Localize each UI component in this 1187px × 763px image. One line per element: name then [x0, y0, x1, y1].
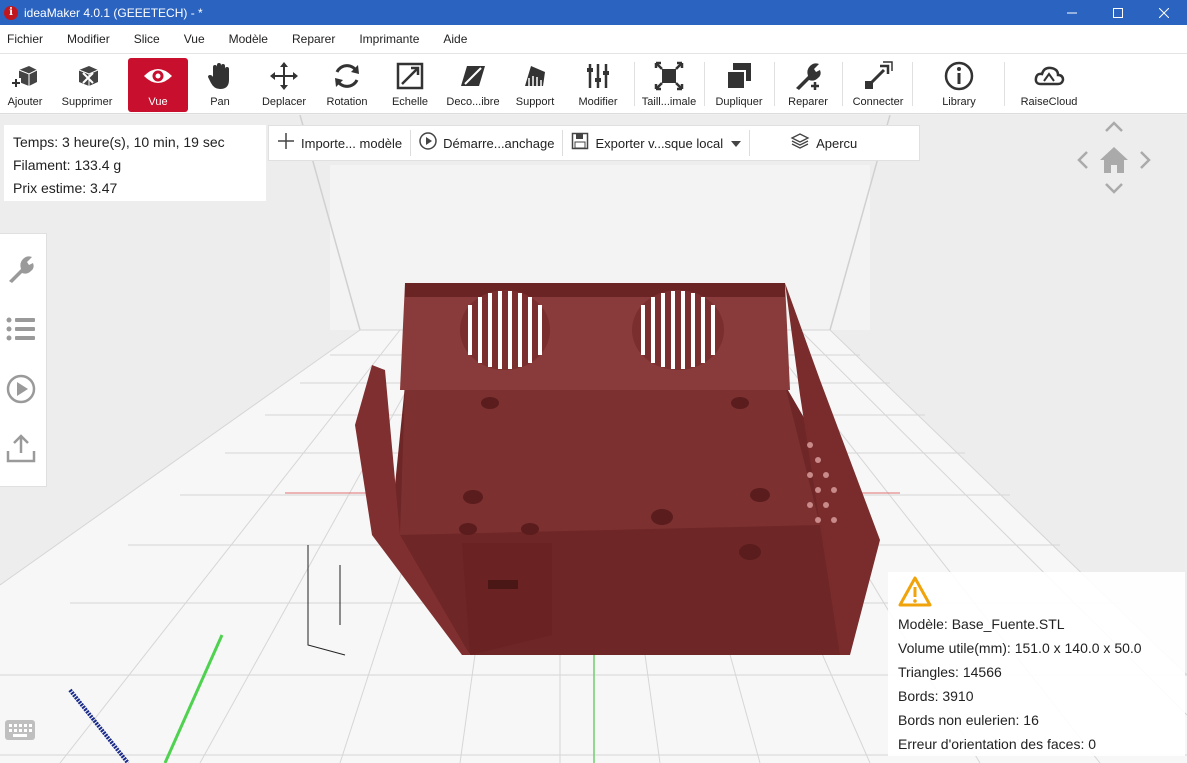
model-edges: Bords: 3910	[898, 688, 974, 704]
toolbar-divider	[842, 62, 843, 106]
delete-cube-icon	[78, 66, 99, 86]
play-button[interactable]	[4, 372, 38, 406]
import-model-button[interactable]: Importe... modèle	[269, 126, 410, 160]
chevron-down-icon[interactable]	[731, 136, 742, 151]
model-triangles: Triangles: 14566	[898, 664, 1002, 680]
nav-up-icon[interactable]	[1105, 121, 1123, 132]
layers-icon	[790, 132, 810, 154]
repair-button[interactable]: Reparer	[782, 58, 834, 112]
tools-button[interactable]	[4, 252, 38, 286]
menu-modifier[interactable]: Modifier	[60, 32, 117, 46]
duplicate-icon	[726, 63, 751, 90]
cut-button[interactable]: Deco...ibre	[444, 58, 502, 112]
export-local-button[interactable]: Exporter v...sque local	[563, 126, 749, 160]
estimated-price: Prix estime: 3.47	[13, 180, 118, 196]
sliders-icon	[587, 64, 609, 88]
maximize-window-icon	[1113, 7, 1123, 18]
toolbar-divider	[774, 62, 775, 106]
close-icon	[1159, 7, 1169, 18]
move-arrows-icon	[270, 62, 298, 90]
title-bar: i ideaMaker 4.0.1 (GEEETECH) - *	[0, 0, 1187, 25]
left-side-panel	[0, 233, 47, 487]
play-circle-icon	[419, 131, 437, 155]
info-icon	[944, 61, 974, 91]
menu-modele[interactable]: Modèle	[222, 32, 275, 46]
menu-fichier[interactable]: Fichier	[0, 32, 50, 46]
menu-aide[interactable]: Aide	[436, 32, 474, 46]
cut-icon	[461, 66, 485, 86]
model-name: Modèle: Base_Fuente.STL	[898, 616, 1065, 632]
hand-icon	[208, 63, 229, 89]
menu-slice[interactable]: Slice	[127, 32, 167, 46]
close-button[interactable]	[1141, 0, 1187, 25]
model-info-panel: Modèle: Base_Fuente.STL Volume utile(mm)…	[888, 572, 1185, 756]
warning-icon	[898, 576, 1175, 612]
menu-vue[interactable]: Vue	[177, 32, 212, 46]
menu-bar: Fichier Modifier Slice Vue Modèle Repare…	[0, 25, 1187, 54]
pan-button[interactable]: Pan	[200, 58, 240, 112]
list-icon	[6, 317, 35, 341]
modifier-button[interactable]: Modifier	[574, 58, 622, 112]
keyboard-icon[interactable]	[5, 720, 35, 740]
maximize-icon	[654, 61, 684, 91]
print-estimate-panel: Temps: 3 heure(s), 10 min, 19 sec Filame…	[4, 125, 266, 201]
move-button[interactable]: Deplacer	[257, 58, 311, 112]
toolbar-divider	[704, 62, 705, 106]
support-button[interactable]: Support	[512, 58, 558, 112]
scale-icon	[396, 62, 424, 90]
main-toolbar: Ajouter Supprimer Vue Pan Deplacer Rotat…	[0, 54, 1187, 114]
nav-down-icon[interactable]	[1105, 183, 1123, 194]
raisecloud-button[interactable]: RaiseCloud	[1018, 58, 1080, 112]
toolbar-divider	[634, 62, 635, 106]
add-cube-icon	[11, 66, 38, 88]
upload-button[interactable]	[4, 432, 38, 466]
plus-icon	[277, 132, 295, 155]
print-time: Temps: 3 heure(s), 10 min, 19 sec	[13, 134, 225, 150]
view-button[interactable]: Vue	[128, 58, 188, 112]
start-slicing-button[interactable]: Démarre...anchage	[411, 126, 562, 160]
rotate-button[interactable]: Rotation	[322, 58, 372, 112]
scale-button[interactable]: Echelle	[388, 58, 432, 112]
minimize-button[interactable]	[1049, 0, 1095, 25]
nav-right-icon[interactable]	[1140, 151, 1151, 169]
filament-weight: Filament: 133.4 g	[13, 157, 122, 173]
connect-button[interactable]: Connecter	[850, 58, 906, 112]
save-disk-icon	[571, 132, 589, 155]
preview-button[interactable]: Apercu	[750, 126, 865, 160]
play-icon	[6, 374, 36, 404]
view-navigation-pad	[1072, 120, 1156, 202]
model-non-eulerian-edges: Bords non eulerien: 16	[898, 712, 1039, 728]
wrench-icon	[9, 256, 34, 283]
upload-icon	[6, 434, 36, 463]
model-face-orientation-errors: Erreur d'orientation des faces: 0	[898, 736, 1097, 752]
repair-wrench-icon	[796, 63, 821, 90]
delete-model-button[interactable]: Supprimer	[60, 58, 114, 112]
toolbar-divider	[1004, 62, 1005, 106]
window-title: ideaMaker 4.0.1 (GEEETECH) - *	[24, 5, 203, 20]
library-button[interactable]: Library	[934, 58, 984, 112]
toolbar-divider	[912, 62, 913, 106]
rotate-icon	[335, 64, 359, 88]
eye-icon	[144, 69, 172, 83]
cloud-icon	[1034, 66, 1065, 86]
support-icon	[525, 66, 545, 86]
minimize-icon	[1067, 12, 1077, 13]
duplicate-button[interactable]: Dupliquer	[712, 58, 766, 112]
action-bar: Importe... modèle Démarre...anchage Expo…	[268, 125, 920, 161]
model-volume: Volume utile(mm): 151.0 x 140.0 x 50.0	[898, 640, 1142, 656]
menu-reparer[interactable]: Reparer	[285, 32, 342, 46]
app-logo-icon: i	[4, 5, 18, 20]
list-button[interactable]	[4, 312, 38, 346]
connect-icon	[865, 61, 893, 89]
nav-left-icon[interactable]	[1077, 151, 1088, 169]
maximize-button[interactable]	[1095, 0, 1141, 25]
add-model-button[interactable]: Ajouter	[2, 58, 48, 112]
max-size-button[interactable]: Taill...imale	[640, 58, 698, 112]
home-view-icon[interactable]	[1100, 147, 1128, 173]
menu-imprimante[interactable]: Imprimante	[352, 32, 426, 46]
